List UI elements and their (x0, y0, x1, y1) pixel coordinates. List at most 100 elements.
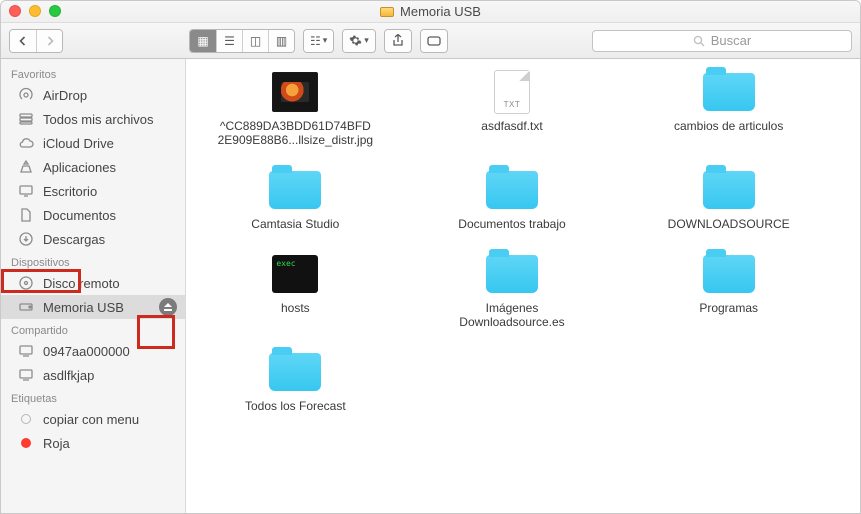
tag-icon (427, 35, 441, 47)
sidebar-item-label: Aplicaciones (43, 160, 116, 175)
file-item[interactable]: TXT asdfasdf.txt (409, 71, 616, 147)
titlebar: Memoria USB (1, 1, 860, 23)
folder-icon (269, 353, 321, 391)
sidebar-item-applications[interactable]: Aplicaciones (1, 155, 185, 179)
search-icon (693, 35, 705, 47)
file-name: Programas (699, 301, 758, 315)
file-item[interactable]: cambios de articulos (625, 71, 832, 147)
sidebar-item-all-my-files[interactable]: Todos mis archivos (1, 107, 185, 131)
file-name: hosts (281, 301, 310, 315)
file-name: Camtasia Studio (251, 217, 339, 231)
sidebar-item-label: AirDrop (43, 88, 87, 103)
file-item[interactable]: Camtasia Studio (192, 169, 399, 231)
sidebar-item-remote-disc[interactable]: Disco remoto (1, 271, 185, 295)
gear-icon (349, 34, 362, 47)
file-item[interactable]: ImágenesDownloadsource.es (409, 253, 616, 329)
disc-icon (17, 275, 35, 291)
eject-button[interactable] (159, 298, 177, 316)
sidebar-section-favoritos: Favoritos (1, 63, 185, 83)
sidebar-item-label: Descargas (43, 232, 105, 247)
file-name: cambios de articulos (674, 119, 783, 133)
sidebar-item-label: asdlfkjap (43, 368, 94, 383)
folder-icon (269, 171, 321, 209)
sidebar-item-label: 0947aa000000 (43, 344, 130, 359)
sidebar-item-label: Memoria USB (43, 300, 124, 315)
airdrop-icon (17, 87, 35, 103)
sidebar-item-usb-drive[interactable]: Memoria USB (1, 295, 185, 319)
action-menu[interactable]: ▾ (342, 29, 376, 53)
search-field[interactable]: Buscar (592, 30, 852, 52)
file-name: ImágenesDownloadsource.es (459, 301, 564, 329)
desktop-icon (17, 183, 35, 199)
sidebar-item-shared-2[interactable]: asdlfkjap (1, 363, 185, 387)
apps-icon (17, 159, 35, 175)
file-name: ^CC889DA3BDD61D74BFD2E909E88B6...llsize_… (218, 119, 373, 147)
sidebar-section-dispositivos: Dispositivos (1, 251, 185, 271)
tags-button[interactable] (420, 29, 448, 53)
view-gallery-button[interactable]: ▥ (268, 30, 294, 52)
file-item[interactable]: ^CC889DA3BDD61D74BFD2E909E88B6...llsize_… (192, 71, 399, 147)
nav-back-forward (9, 29, 63, 53)
image-thumbnail-icon (272, 72, 318, 112)
sidebar-item-label: iCloud Drive (43, 136, 114, 151)
folder-icon (486, 171, 538, 209)
view-icons-button[interactable]: ▦ (190, 30, 216, 52)
display-icon (17, 343, 35, 359)
file-item[interactable]: Todos los Forecast (192, 351, 399, 413)
window-title-text: Memoria USB (400, 4, 481, 19)
file-grid-area[interactable]: ^CC889DA3BDD61D74BFD2E909E88B6...llsize_… (186, 59, 860, 513)
downloads-icon (17, 231, 35, 247)
search-placeholder: Buscar (711, 33, 751, 48)
folder-icon (703, 255, 755, 293)
sidebar-section-compartido: Compartido (1, 319, 185, 339)
view-list-button[interactable]: ☰ (216, 30, 242, 52)
back-button[interactable] (10, 30, 36, 52)
sidebar-item-label: copiar con menu (43, 412, 139, 427)
cloud-icon (17, 135, 35, 151)
zoom-window-button[interactable] (49, 5, 61, 17)
sidebar-item-downloads[interactable]: Descargas (1, 227, 185, 251)
sidebar-item-documents[interactable]: Documentos (1, 203, 185, 227)
window-body: Favoritos AirDrop Todos mis archivos iCl… (1, 59, 860, 513)
folder-icon (486, 255, 538, 293)
forward-button[interactable] (36, 30, 62, 52)
sidebar-tag-copiar[interactable]: copiar con menu (1, 407, 185, 431)
toolbar: ▦ ☰ ◫ ▥ ☷▾ ▾ Buscar (1, 23, 860, 59)
close-window-button[interactable] (9, 5, 21, 17)
exec-file-icon: exec (272, 255, 318, 293)
file-item[interactable]: DOWNLOADSOURCE (625, 169, 832, 231)
drive-icon (380, 7, 394, 17)
file-name: asdfasdf.txt (481, 119, 542, 133)
folder-icon (703, 73, 755, 111)
sidebar-item-desktop[interactable]: Escritorio (1, 179, 185, 203)
drive-icon (17, 299, 35, 315)
share-button[interactable] (384, 29, 412, 53)
minimize-window-button[interactable] (29, 5, 41, 17)
stack-icon (17, 111, 35, 127)
view-columns-button[interactable]: ◫ (242, 30, 268, 52)
file-item[interactable]: Programas (625, 253, 832, 329)
file-item[interactable]: exec hosts (192, 253, 399, 329)
finder-window: Memoria USB ▦ ☰ ◫ ▥ ☷▾ ▾ (0, 0, 861, 514)
sidebar-item-label: Roja (43, 436, 70, 451)
file-item[interactable]: Documentos trabajo (409, 169, 616, 231)
file-grid: ^CC889DA3BDD61D74BFD2E909E88B6...llsize_… (192, 71, 832, 413)
eject-icon (164, 303, 172, 311)
tag-dot-icon (17, 414, 35, 424)
text-file-icon: TXT (494, 70, 530, 114)
file-name: Documentos trabajo (458, 217, 565, 231)
view-switcher: ▦ ☰ ◫ ▥ (189, 29, 295, 53)
share-icon (392, 34, 404, 47)
sidebar-item-shared-1[interactable]: 0947aa000000 (1, 339, 185, 363)
tag-dot-red-icon (17, 438, 35, 448)
sidebar-item-label: Documentos (43, 208, 116, 223)
window-title: Memoria USB (380, 4, 481, 19)
sidebar-item-label: Todos mis archivos (43, 112, 154, 127)
sidebar-tag-roja[interactable]: Roja (1, 431, 185, 455)
documents-icon (17, 207, 35, 223)
sidebar-item-icloud[interactable]: iCloud Drive (1, 131, 185, 155)
file-name: DOWNLOADSOURCE (668, 217, 790, 231)
sidebar-item-airdrop[interactable]: AirDrop (1, 83, 185, 107)
sidebar-item-label: Disco remoto (43, 276, 120, 291)
arrange-menu[interactable]: ☷▾ (303, 29, 334, 53)
